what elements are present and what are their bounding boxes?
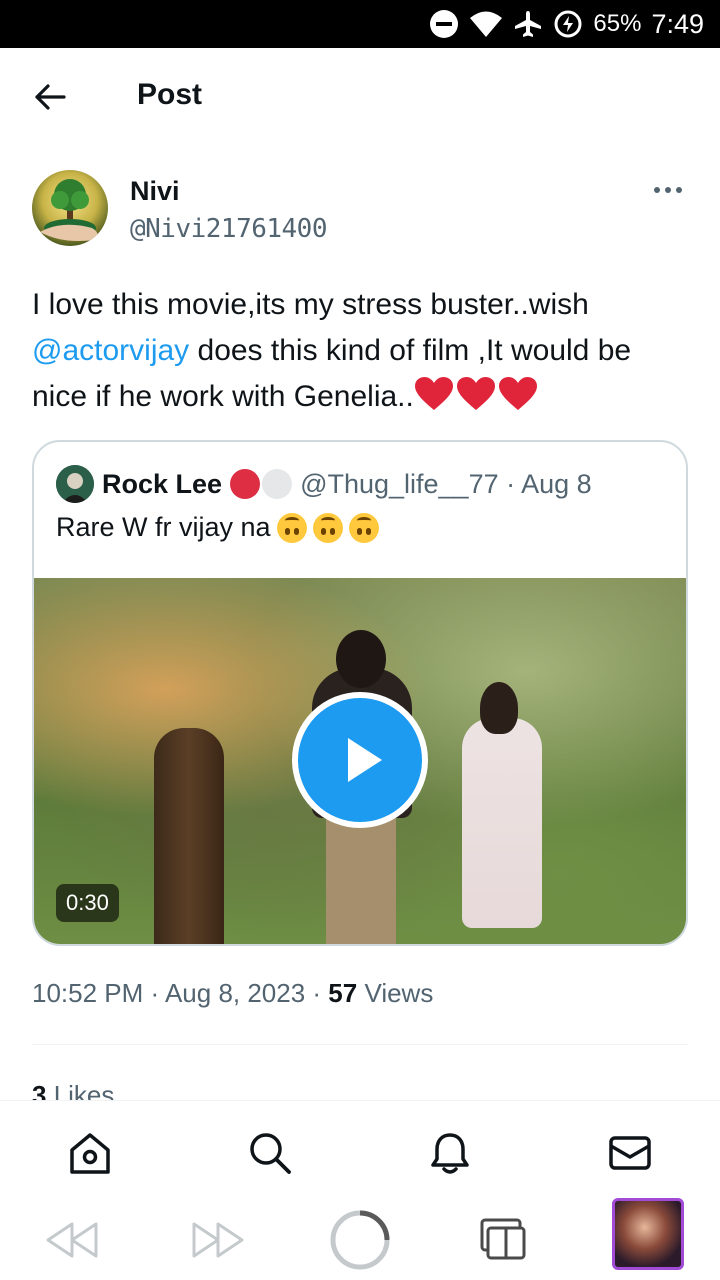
battery-percent: 65% (593, 10, 642, 37)
battery-saver-icon (553, 9, 583, 39)
tweet-text-part: I love this movie,its my stress buster..… (32, 288, 589, 321)
red-circle-icon (230, 469, 261, 499)
views-label: Views (357, 978, 434, 1008)
likes-label: Likes (46, 1080, 115, 1100)
upside-down-face-icon (312, 512, 343, 543)
video-duration: 0:30 (56, 884, 119, 922)
tabs-icon[interactable] (478, 1208, 528, 1272)
browser-bar (0, 1198, 720, 1280)
forward-icon[interactable] (190, 1208, 246, 1272)
timestamp[interactable]: 10:52 PM · Aug 8, 2023 · (32, 978, 328, 1008)
tweet-author: Nivi @Nivi21761400 (32, 170, 688, 250)
quoted-tweet[interactable]: Rock Lee @Thug_life__77 · Aug 8 Rare W f… (32, 440, 688, 946)
notifications-icon[interactable] (426, 1129, 474, 1177)
likes-row[interactable]: 3 Likes (32, 1080, 114, 1100)
clock: 7:49 (651, 8, 704, 39)
author-handle[interactable]: @Nivi21761400 (130, 214, 328, 244)
likes-count: 3 (32, 1080, 47, 1100)
avatar (612, 1198, 684, 1270)
top-bar: Post (0, 48, 720, 146)
video-scene-figure (462, 718, 542, 928)
more-options-icon[interactable] (648, 180, 688, 200)
video-scene-figure (480, 682, 518, 734)
page-title: Post (137, 78, 203, 111)
heart-icon (498, 377, 537, 410)
quoted-text: Rare W fr vijay na (56, 512, 271, 542)
play-button[interactable] (292, 692, 428, 828)
bottom-nav (0, 1100, 720, 1202)
video-player[interactable]: 0:30 (34, 578, 686, 944)
quoted-tweet-text: Rare W fr vijay na (56, 512, 379, 543)
author-name[interactable]: Nivi (130, 176, 180, 207)
views-count: 57 (328, 978, 358, 1008)
search-icon[interactable] (246, 1129, 294, 1177)
quoted-author-name: Rock Lee (102, 468, 223, 499)
reload-icon[interactable] (328, 1208, 392, 1272)
video-scene-tree (154, 728, 224, 944)
upside-down-face-icon (276, 512, 307, 543)
mention-link[interactable]: @actorvijay (32, 334, 189, 367)
status-bar: 65% 7:49 (0, 0, 720, 48)
video-scene-figure (336, 630, 386, 688)
messages-icon[interactable] (606, 1129, 654, 1177)
avatar (56, 465, 94, 503)
avatar[interactable] (32, 170, 108, 246)
upside-down-face-icon (348, 512, 379, 543)
tweet-meta: 10:52 PM · Aug 8, 2023 · 57 Views (32, 978, 433, 1009)
dnd-icon (429, 9, 459, 39)
heart-icon (456, 377, 495, 410)
quoted-tweet-header: Rock Lee @Thug_life__77 · Aug 8 (56, 464, 592, 504)
quoted-author-handle: @Thug_life__77 · Aug 8 (300, 468, 592, 499)
back-arrow-icon[interactable] (30, 80, 70, 114)
tweet-text: I love this movie,its my stress buster..… (32, 282, 688, 420)
back-icon[interactable] (44, 1208, 100, 1272)
heart-icon (414, 377, 453, 410)
home-icon[interactable] (66, 1129, 114, 1177)
divider (32, 1044, 688, 1045)
airplane-icon (513, 9, 543, 39)
wifi-icon (469, 10, 503, 38)
video-scene-figure (326, 808, 396, 944)
profile-thumbnail[interactable] (612, 1198, 684, 1270)
heart-emojis (414, 376, 538, 412)
white-circle-icon (262, 469, 293, 499)
